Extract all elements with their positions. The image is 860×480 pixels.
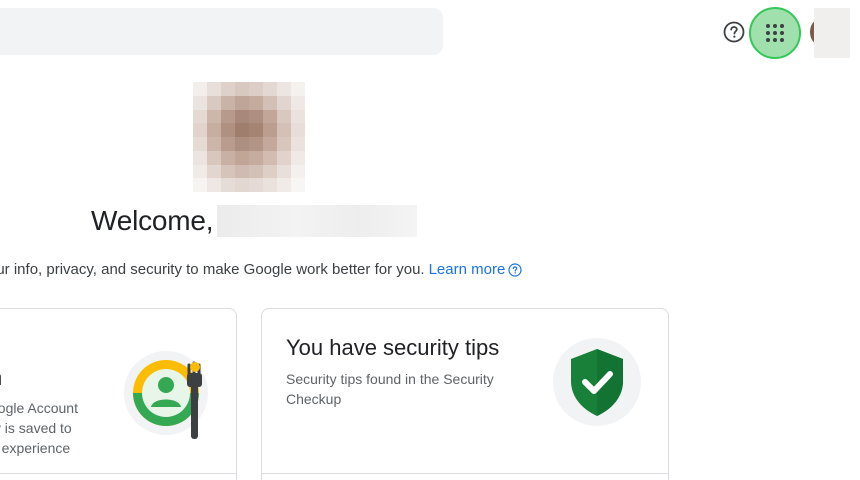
privacy-personalization-card[interactable]: n oogle Account ty is saved to e experie… <box>0 308 237 480</box>
apps-grid-icon <box>766 24 784 42</box>
help-circle-icon <box>723 21 745 43</box>
search-bar[interactable] <box>0 8 443 55</box>
privacy-desc-line: oogle Account <box>0 400 78 416</box>
card-divider <box>262 473 668 474</box>
google-account-page: Welcome, our info, privacy, and security… <box>0 0 860 480</box>
profile-photo[interactable] <box>193 82 305 192</box>
google-apps-button[interactable] <box>749 7 801 59</box>
privacy-card-title: n <box>0 365 2 391</box>
account-avatar[interactable] <box>810 8 850 58</box>
security-card-title: You have security tips <box>286 335 500 360</box>
intro-text: our info, privacy, and security to make … <box>0 261 425 278</box>
user-name-redacted <box>217 205 418 237</box>
info-circle-icon[interactable] <box>508 262 522 277</box>
privacy-card-description: oogle Account ty is saved to e experienc… <box>0 398 110 458</box>
welcome-heading: Welcome, <box>91 203 418 239</box>
security-tips-card[interactable]: You have security tips Security tips fou… <box>261 308 669 480</box>
privacy-desc-line: ty is saved to <box>0 420 72 436</box>
security-card-description: Security tips found in the Security Chec… <box>286 371 494 407</box>
privacy-desc-line: e experience <box>0 440 71 456</box>
privacy-personalization-icon <box>124 351 208 439</box>
learn-more-link[interactable]: Learn more <box>429 261 506 278</box>
welcome-text: Welcome, <box>91 205 214 236</box>
security-shield-check-icon <box>553 338 641 426</box>
card-divider <box>0 473 236 474</box>
intro-line: our info, privacy, and security to make … <box>0 261 522 278</box>
help-button[interactable] <box>722 20 746 44</box>
